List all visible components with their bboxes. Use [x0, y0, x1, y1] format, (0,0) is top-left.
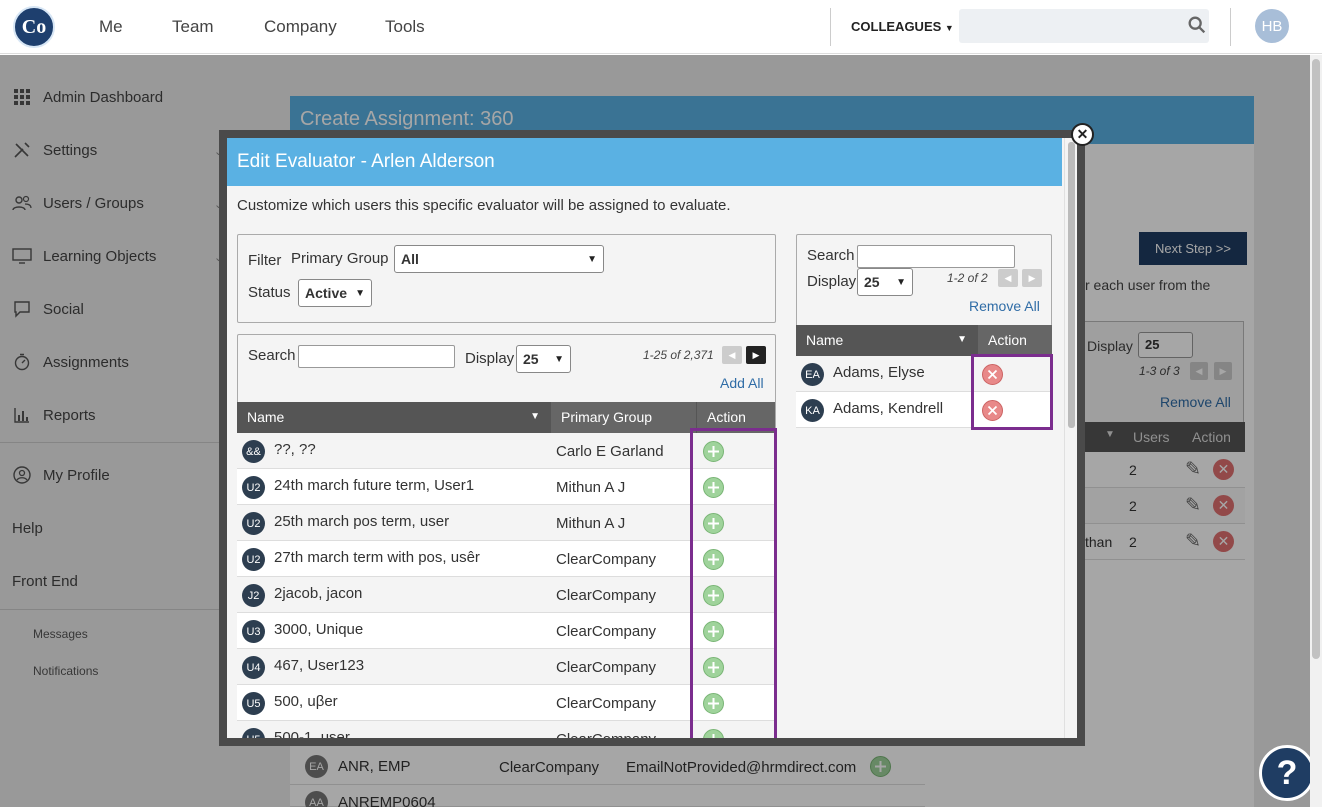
user-name: 467, User123 [274, 657, 365, 674]
assigned-users-box: Search Display 25 ▼ 1-2 of 2 ◀ ▶ Remove … [796, 234, 1052, 326]
status-label: Status [248, 284, 291, 301]
user-name: 25th march pos term, user [274, 513, 450, 530]
scrollbar-thumb[interactable] [1312, 59, 1320, 659]
user-primary-group: ClearCompany [556, 551, 657, 568]
user-avatar: U2 [242, 512, 265, 535]
user-avatar: U4 [242, 656, 265, 679]
col-primary-group-label: Primary Group [561, 409, 653, 425]
user-primary-group: ClearCompany [556, 587, 657, 604]
sort-caret-icon: ▼ [530, 411, 540, 422]
user-name: Adams, Kendrell [833, 400, 944, 417]
user-primary-group: Mithun A J [556, 515, 626, 532]
nav-me[interactable]: Me [99, 17, 123, 37]
top-nav-bar: Co Me Team Company Tools COLLEAGUES ▼ HB [0, 0, 1322, 54]
assigned-table-header: Name ▼ Action [796, 325, 1052, 356]
modal-description: Customize which users this specific eval… [237, 197, 731, 214]
available-display-select[interactable]: 25 ▼ [516, 345, 571, 373]
remove-actions-highlight [971, 354, 1053, 430]
primary-group-label: Primary Group [291, 250, 389, 267]
col-action-label: Action [988, 332, 1027, 348]
col-name-label: Name [247, 409, 285, 425]
primary-group-value: All [401, 251, 419, 267]
col-primary-group[interactable]: Primary Group [551, 402, 696, 433]
user-avatar: KA [801, 399, 824, 422]
prev-page-icon[interactable]: ◀ [722, 346, 742, 364]
user-avatar: U2 [242, 476, 265, 499]
add-all-link[interactable]: Add All [720, 375, 764, 391]
nav-team[interactable]: Team [172, 17, 214, 37]
close-icon[interactable]: ✕ [1071, 123, 1094, 146]
col-action-label: Action [707, 409, 746, 425]
status-select[interactable]: Active ▼ [298, 279, 372, 307]
user-avatar: && [242, 440, 265, 463]
page-scrollbar[interactable] [1310, 55, 1322, 807]
chevron-down-icon: ▼ [554, 353, 564, 365]
nav-tools[interactable]: Tools [385, 17, 425, 37]
user-avatar: U3 [242, 620, 265, 643]
user-primary-group: ClearCompany [556, 659, 657, 676]
user-primary-group: ClearCompany [556, 623, 657, 640]
user-name: 24th march future term, User1 [274, 477, 475, 494]
display-value: 25 [523, 351, 539, 367]
colleagues-dropdown[interactable]: COLLEAGUES ▼ [851, 19, 954, 34]
user-avatar[interactable]: HB [1255, 9, 1289, 43]
user-name: 500-1, user [274, 729, 350, 738]
display-label: Display [807, 273, 857, 290]
chevron-down-icon: ▼ [896, 276, 906, 288]
primary-group-select[interactable]: All ▼ [394, 245, 604, 273]
user-name: ??, ?? [274, 441, 316, 458]
nav-divider [1230, 8, 1231, 46]
status-value: Active [305, 285, 348, 301]
assigned-search-input[interactable] [857, 245, 1015, 268]
nav-company[interactable]: Company [264, 17, 337, 37]
user-primary-group: Mithun A J [556, 479, 626, 496]
user-name: 27th march term with pos, usêr [274, 549, 480, 566]
caret-down-icon: ▼ [944, 23, 954, 33]
pagination-info: 1-2 of 2 [947, 271, 988, 285]
available-search-input[interactable] [298, 345, 455, 368]
modal-scrollbar[interactable] [1064, 138, 1077, 738]
chevron-down-icon: ▼ [587, 253, 597, 265]
col-name-label: Name [806, 332, 844, 348]
user-name: 2jacob, jacon [274, 585, 363, 602]
company-logo[interactable]: Co [13, 6, 55, 48]
user-name: Adams, Elyse [833, 364, 925, 381]
scrollbar-thumb[interactable] [1068, 142, 1075, 428]
display-value: 25 [864, 274, 880, 290]
next-page-icon[interactable]: ▶ [746, 346, 766, 364]
prev-page-icon[interactable]: ◀ [998, 269, 1018, 287]
sort-caret-icon: ▼ [957, 334, 967, 345]
user-primary-group: ClearCompany [556, 695, 657, 712]
user-avatar: U2 [242, 548, 265, 571]
user-primary-group: Carlo E Garland [556, 443, 664, 460]
user-primary-group: ClearCompany [556, 731, 656, 738]
global-search-input[interactable] [959, 9, 1209, 43]
pagination-info: 1-25 of 2,371 [643, 348, 714, 362]
nav-divider [830, 8, 831, 46]
search-label: Search [248, 347, 296, 364]
user-avatar: U5 [242, 728, 265, 738]
modal-title: Edit Evaluator - Arlen Alderson [227, 138, 1062, 186]
next-page-icon[interactable]: ▶ [1022, 269, 1042, 287]
colleagues-label: COLLEAGUES [851, 19, 942, 34]
assigned-display-select[interactable]: 25 ▼ [857, 268, 913, 296]
remove-all-link[interactable]: Remove All [969, 298, 1040, 314]
col-action: Action [978, 325, 1052, 356]
display-label: Display [465, 350, 515, 367]
user-name: 500, uβer [274, 693, 338, 710]
col-name[interactable]: Name ▼ [237, 402, 550, 433]
user-avatar: J2 [242, 584, 265, 607]
chevron-down-icon: ▼ [355, 287, 365, 299]
user-name: 3000, Unique [274, 621, 364, 638]
edit-evaluator-modal: Edit Evaluator - Arlen Alderson Customiz… [227, 138, 1077, 738]
filter-label: Filter [248, 252, 282, 269]
user-avatar: U5 [242, 692, 265, 715]
search-label: Search [807, 247, 855, 264]
user-avatar: EA [801, 363, 824, 386]
col-name[interactable]: Name ▼ [796, 325, 977, 356]
add-actions-highlight [690, 428, 777, 738]
search-icon[interactable] [1186, 14, 1208, 36]
help-button[interactable]: ? [1259, 745, 1315, 801]
filter-box: Filter Primary Group All ▼ Status Active… [237, 234, 776, 323]
